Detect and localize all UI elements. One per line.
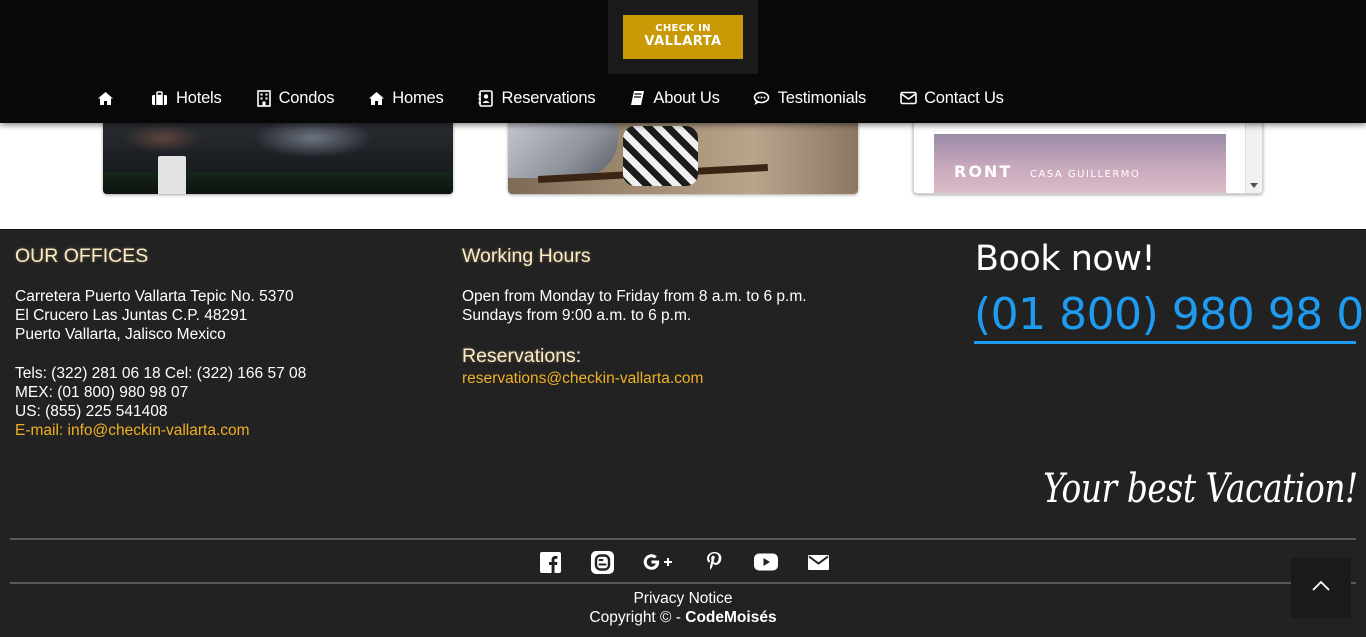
office-phones: Tels: (322) 281 06 18 Cel: (322) 166 57 … (15, 364, 306, 440)
nav-item-hotels[interactable]: Hotels (150, 86, 222, 110)
hours-line: Open from Monday to Friday from 8 a.m. t… (462, 288, 807, 305)
card3-scrollbar[interactable] (1245, 118, 1262, 193)
logo-line1: CHECK IN (655, 23, 711, 34)
logo-container: CHECK IN VALLARTA (608, 0, 758, 74)
youtube-icon[interactable] (754, 550, 778, 574)
facebook-icon[interactable] (538, 550, 562, 574)
briefcase-icon (150, 89, 168, 107)
nav-label-reservations: Reservations (501, 88, 596, 107)
slogan: Your best Vacation! (1043, 466, 1358, 512)
card3-subheading: CASA GUILLERMO (1030, 169, 1141, 180)
book-icon (628, 89, 646, 107)
nav-label-homes: Homes (392, 88, 444, 107)
nav-label-about: About Us (653, 88, 720, 107)
nav-item-condos[interactable]: Condos (255, 86, 335, 110)
chevron-up-icon (1311, 579, 1331, 597)
pinterest-icon[interactable] (702, 550, 726, 574)
divider (10, 582, 1356, 584)
address-line: Carretera Puerto Vallarta Tepic No. 5370 (15, 288, 294, 305)
site-header: CHECK IN VALLARTA Hotels Condos Homes Re… (0, 0, 1366, 123)
garden-light-post (158, 156, 186, 194)
address-line: El Crucero Las Juntas C.P. 48291 (15, 307, 248, 324)
google-plus-icon[interactable] (642, 550, 674, 574)
nav-item-testimonials[interactable]: Testimonials (753, 86, 866, 110)
copyright: Copyright © - CodeMoisés (0, 609, 1366, 627)
home-icon (96, 89, 114, 107)
nav-item-home[interactable] (96, 86, 114, 110)
logo-line2: VALLARTA (644, 34, 722, 49)
card3-heading: RONT (954, 162, 1013, 181)
office-address: Carretera Puerto Vallarta Tepic No. 5370… (15, 287, 294, 344)
copyright-prefix: Copyright © - (589, 609, 681, 626)
offices-title: OUR OFFICES (15, 245, 149, 267)
email-link[interactable]: info@checkin-vallarta.com (68, 422, 250, 439)
privacy-notice-link[interactable]: Privacy Notice (0, 590, 1366, 608)
nav-item-reservations[interactable]: Reservations (477, 86, 596, 110)
embedded-image: RONT CASA GUILLERMO (934, 134, 1226, 193)
back-to-top-button[interactable] (1291, 558, 1351, 618)
nav-label-condos: Condos (278, 88, 335, 107)
property-card-2[interactable] (508, 118, 858, 194)
building-icon (255, 89, 273, 107)
phone-line: US: (855) 225 541408 (15, 403, 168, 420)
booking-phone-link[interactable]: (01 800) 980 98 07 (974, 288, 1366, 344)
email-label: E-mail: (15, 422, 64, 439)
copyright-brand: CodeMoisés (685, 609, 777, 626)
patterned-pillow (623, 126, 698, 186)
phone-line: Tels: (322) 281 06 18 Cel: (322) 166 57 … (15, 365, 307, 382)
nav-item-contact[interactable]: Contact Us (899, 86, 1004, 110)
working-hours: Open from Monday to Friday from 8 a.m. t… (462, 287, 807, 325)
social-links (538, 550, 830, 574)
scroll-down-arrow-icon[interactable] (1250, 183, 1258, 188)
chat-bubble-icon (753, 89, 771, 107)
hours-line: Sundays from 9:00 a.m. to 6 p.m. (462, 307, 692, 324)
site-logo[interactable]: CHECK IN VALLARTA (623, 15, 743, 59)
nav-label-contact: Contact Us (924, 88, 1004, 107)
divider (10, 538, 1356, 540)
site-footer: OUR OFFICES Carretera Puerto Vallarta Te… (0, 229, 1366, 637)
property-card-3[interactable]: RONT CASA GUILLERMO (913, 118, 1263, 194)
contact-book-icon (477, 89, 495, 107)
nav-label-hotels: Hotels (176, 88, 222, 107)
hours-title: Working Hours (462, 245, 591, 267)
mail-icon[interactable] (806, 550, 830, 574)
email-line: E-mail: info@checkin-vallarta.com (15, 421, 306, 440)
house-icon (367, 89, 385, 107)
main-nav: Hotels Condos Homes Reservations About U… (96, 86, 1004, 110)
envelope-icon (899, 89, 917, 107)
address-line: Puerto Vallarta, Jalisco Mexico (15, 326, 226, 343)
nav-label-testimonials: Testimonials (777, 88, 867, 107)
book-now-title: Book now! (975, 239, 1156, 279)
property-card-1[interactable] (103, 118, 453, 194)
nav-item-homes[interactable]: Homes (367, 86, 444, 110)
nav-item-about[interactable]: About Us (628, 86, 720, 110)
reservations-title: Reservations: (462, 345, 582, 367)
blogger-icon[interactable] (590, 550, 614, 574)
phone-line: MEX: (01 800) 980 98 07 (15, 384, 189, 401)
reservations-email-link[interactable]: reservations@checkin-vallarta.com (462, 369, 703, 388)
